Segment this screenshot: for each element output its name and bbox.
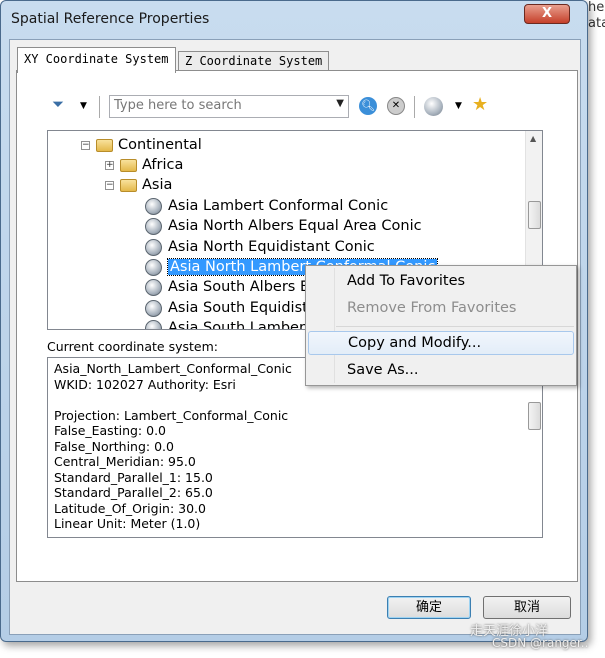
- expand-icon[interactable]: +: [105, 160, 114, 170]
- tab-xy-coordinate-system[interactable]: XY Coordinate System: [17, 47, 176, 73]
- globe-icon: [145, 319, 162, 329]
- add-favorite-icon[interactable]: ★: [472, 94, 488, 115]
- globe-icon: [145, 278, 162, 296]
- search-dropdown-icon[interactable]: ▼: [336, 98, 344, 109]
- close-button[interactable]: X: [524, 4, 570, 24]
- tree-node-africa[interactable]: + Africa: [105, 155, 183, 175]
- collapse-icon[interactable]: −: [105, 180, 114, 190]
- scroll-up-icon[interactable]: ▲: [530, 134, 536, 143]
- menu-item-copy-and-modify[interactable]: Copy and Modify...: [308, 331, 574, 355]
- search-icon[interactable]: 🔍︎: [359, 97, 377, 115]
- ok-button[interactable]: 确定: [387, 596, 471, 619]
- globe-icon: [145, 258, 162, 276]
- globe-icon: [145, 299, 162, 317]
- tab-z-coordinate-system[interactable]: Z Coordinate System: [178, 51, 330, 71]
- divider: [414, 96, 415, 118]
- tree-node-asia[interactable]: − Asia: [105, 175, 172, 195]
- tree-item[interactable]: Asia Lambert Conformal Conic: [145, 196, 388, 216]
- menu-item-save-as[interactable]: Save As...: [308, 358, 574, 382]
- filter-icon[interactable]: ⏷: [52, 95, 64, 113]
- scroll-thumb[interactable]: [528, 402, 541, 430]
- globe-icon: [145, 238, 162, 256]
- context-menu: Add To Favorites Remove From Favorites C…: [305, 265, 577, 386]
- background-window-text: heata: [588, 0, 605, 31]
- cancel-button[interactable]: 取消: [483, 596, 571, 619]
- window-title: Spatial Reference Properties: [11, 11, 210, 27]
- folder-open-icon: [120, 178, 137, 192]
- current-coordinate-system-label: Current coordinate system:: [47, 339, 218, 354]
- folder-icon: [120, 158, 137, 172]
- clear-search-icon[interactable]: ✕: [387, 97, 405, 115]
- globe-dropdown-icon[interactable]: ▼: [455, 101, 462, 111]
- tree-item[interactable]: Asia North Albers Equal Area Conic: [145, 216, 422, 236]
- menu-separator: [336, 326, 574, 327]
- tree-item[interactable]: Asia North Equidistant Conic: [145, 237, 375, 257]
- filter-dropdown-icon[interactable]: ▼: [80, 101, 87, 111]
- divider: [99, 96, 100, 118]
- globe-add-icon[interactable]: [424, 97, 443, 116]
- globe-icon: [145, 217, 162, 235]
- watermark-csdn: CSDN @ranger..: [492, 636, 589, 650]
- menu-item-remove-from-favorites: Remove From Favorites: [347, 300, 517, 316]
- search-input[interactable]: Type here to search ▼: [109, 95, 349, 118]
- tree-node-continental[interactable]: − Continental: [81, 135, 202, 155]
- collapse-icon[interactable]: −: [81, 140, 90, 150]
- menu-item-add-to-favorites[interactable]: Add To Favorites: [308, 269, 574, 293]
- scroll-thumb[interactable]: [528, 201, 541, 229]
- globe-icon: [145, 197, 162, 215]
- folder-open-icon: [96, 138, 113, 152]
